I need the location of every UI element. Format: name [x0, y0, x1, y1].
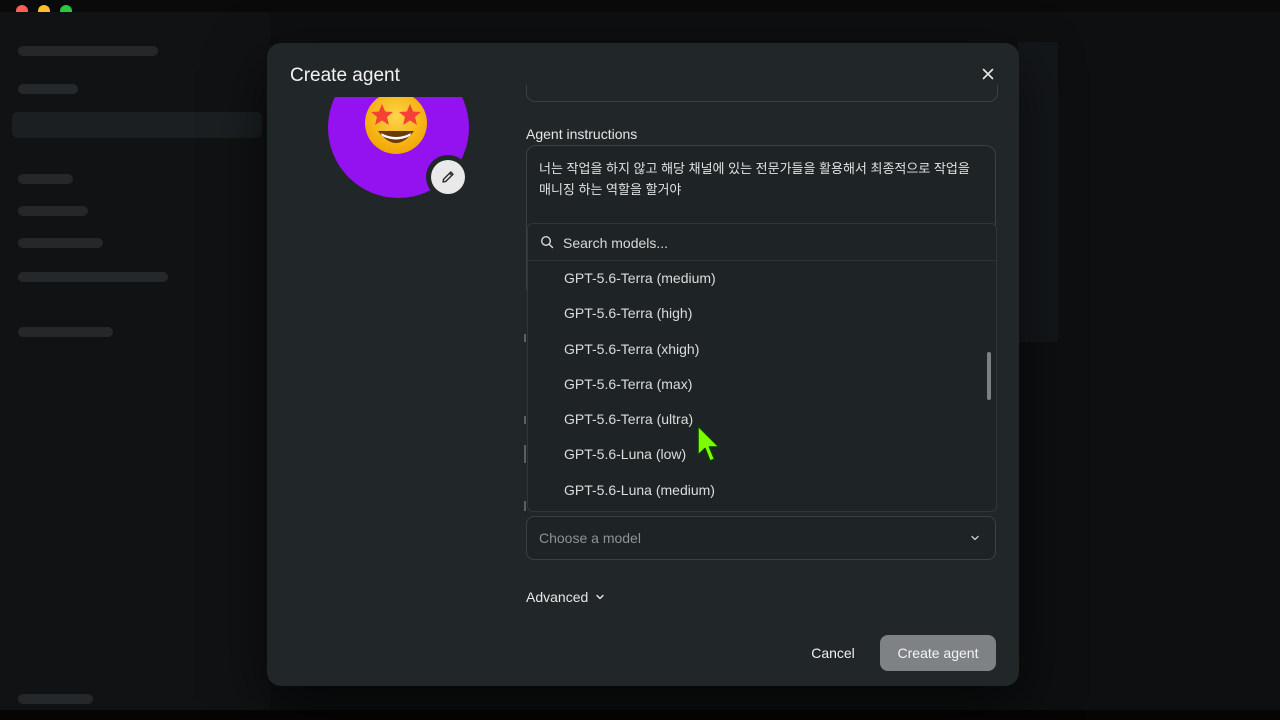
close-icon — [982, 68, 994, 80]
edit-avatar-circle — [431, 160, 465, 194]
field-edge — [524, 334, 526, 342]
model-option[interactable]: GPT-5.6-Terra (ultra) — [528, 402, 996, 437]
sidebar-placeholder — [18, 238, 103, 248]
model-option[interactable]: GPT-5.6-Luna (medium) — [528, 473, 996, 508]
agent-name-field[interactable] — [526, 85, 998, 102]
cancel-button[interactable]: Cancel — [797, 635, 869, 671]
model-options-list: GPT-5.6-Terra (medium) GPT-5.6-Terra (hi… — [528, 261, 996, 508]
sidebar-placeholder — [18, 84, 78, 94]
sidebar-placeholder — [18, 694, 93, 704]
model-search — [528, 224, 996, 261]
model-option[interactable]: GPT-5.6-Terra (xhigh) — [528, 332, 996, 367]
field-edge — [524, 445, 526, 463]
chevron-down-icon — [971, 535, 979, 541]
sidebar-placeholder — [18, 174, 73, 184]
bottom-strip — [0, 710, 1280, 720]
advanced-label: Advanced — [526, 589, 589, 605]
chevron-down-icon — [596, 594, 604, 600]
sidebar-placeholder — [18, 46, 158, 56]
sidebar-placeholder — [18, 272, 168, 282]
sidebar — [0, 12, 270, 710]
instructions-label: Agent instructions — [526, 126, 638, 142]
model-select[interactable]: Choose a model — [526, 516, 996, 560]
field-edge — [524, 416, 526, 424]
pencil-icon — [442, 171, 454, 183]
create-agent-button[interactable]: Create agent — [880, 635, 996, 671]
sidebar-placeholder — [18, 327, 113, 337]
close-button[interactable] — [977, 63, 999, 85]
instructions-text: 너는 작업을 하지 않고 해당 채널에 있는 전문가들을 활용해서 최종적으로 … — [539, 161, 970, 197]
modal-title: Create agent — [290, 65, 400, 86]
create-agent-modal: Create agent Agent instructions 너는 작업을 하… — [267, 43, 1019, 686]
star-struck-emoji-icon — [365, 97, 427, 154]
field-edge — [524, 501, 526, 511]
background-panel — [1018, 42, 1058, 342]
model-select-placeholder: Choose a model — [539, 530, 641, 546]
model-option[interactable]: GPT-5.6-Terra (medium) — [528, 261, 996, 296]
dropdown-scrollbar[interactable] — [987, 352, 991, 400]
model-option[interactable]: GPT-5.6-Luna (low) — [528, 437, 996, 472]
mouse-cursor-icon — [697, 425, 720, 462]
model-option[interactable]: GPT-5.6-Terra (max) — [528, 367, 996, 402]
edit-avatar-button[interactable] — [426, 155, 470, 199]
sidebar-placeholder — [18, 206, 88, 216]
window-titlebar — [0, 0, 1280, 17]
model-dropdown: GPT-5.6-Terra (medium) GPT-5.6-Terra (hi… — [527, 223, 997, 512]
search-icon — [540, 235, 554, 249]
sidebar-active-item — [12, 112, 262, 138]
model-option[interactable]: GPT-5.6-Terra (high) — [528, 296, 996, 331]
advanced-toggle[interactable]: Advanced — [526, 589, 606, 605]
model-search-input[interactable] — [561, 231, 965, 255]
